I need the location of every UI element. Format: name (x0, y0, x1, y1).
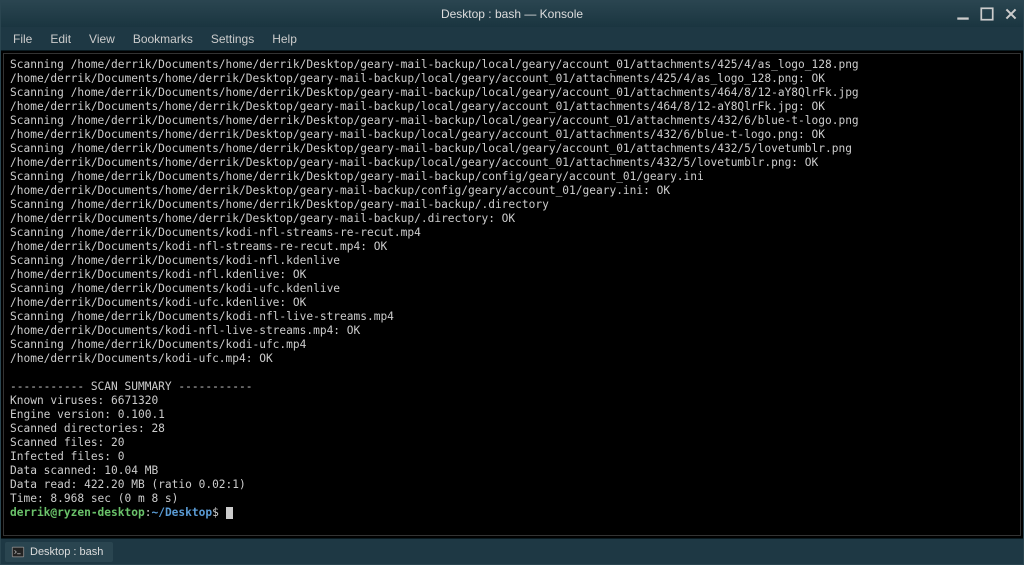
terminal-line: /home/derrik/Documents/kodi-ufc.kdenlive… (10, 296, 1014, 310)
terminal-line: Scanning /home/derrik/Documents/kodi-nfl… (10, 310, 1014, 324)
terminal-line: Scanning /home/derrik/Documents/home/der… (10, 114, 1014, 128)
maximize-icon (979, 6, 995, 22)
menubar: File Edit View Bookmarks Settings Help (1, 27, 1023, 51)
terminal-lines: Scanning /home/derrik/Documents/home/der… (10, 58, 1014, 506)
terminal-line: Scanning /home/derrik/Documents/kodi-nfl… (10, 226, 1014, 240)
terminal-line (10, 366, 1014, 380)
terminal-line: Scanning /home/derrik/Documents/home/der… (10, 86, 1014, 100)
terminal-line: Time: 8.968 sec (0 m 8 s) (10, 492, 1014, 506)
cursor-block (226, 507, 233, 519)
terminal-line: /home/derrik/Documents/kodi-nfl.kdenlive… (10, 268, 1014, 282)
menu-view[interactable]: View (81, 29, 123, 49)
terminal-line: Infected files: 0 (10, 450, 1014, 464)
window-title: Desktop : bash — Konsole (441, 7, 583, 21)
terminal-line: Scanning /home/derrik/Documents/kodi-ufc… (10, 282, 1014, 296)
terminal-icon (11, 545, 25, 559)
prompt-user-host: derrik@ryzen-desktop (10, 506, 145, 519)
menu-edit[interactable]: Edit (42, 29, 79, 49)
terminal-line: /home/derrik/Documents/home/derrik/Deskt… (10, 100, 1014, 114)
terminal-line: /home/derrik/Documents/kodi-nfl-live-str… (10, 324, 1014, 338)
window-controls (955, 6, 1019, 22)
menu-file[interactable]: File (5, 29, 40, 49)
minimize-icon (955, 6, 971, 22)
terminal-line: Engine version: 0.100.1 (10, 408, 1014, 422)
terminal-line: Scanning /home/derrik/Documents/home/der… (10, 58, 1014, 72)
tab-desktop-bash[interactable]: Desktop : bash (5, 542, 113, 562)
terminal-line: Scanning /home/derrik/Documents/home/der… (10, 198, 1014, 212)
menu-bookmarks[interactable]: Bookmarks (125, 29, 201, 49)
menu-settings[interactable]: Settings (203, 29, 262, 49)
close-button[interactable] (1003, 6, 1019, 22)
terminal-line: Scanned files: 20 (10, 436, 1014, 450)
terminal-line: Scanning /home/derrik/Documents/home/der… (10, 170, 1014, 184)
terminal-line: Scanning /home/derrik/Documents/kodi-ufc… (10, 338, 1014, 352)
terminal-line: Data scanned: 10.04 MB (10, 464, 1014, 478)
menu-help[interactable]: Help (264, 29, 305, 49)
shell-prompt: derrik@ryzen-desktop:~/Desktop$ (10, 506, 1014, 520)
terminal-line: ----------- SCAN SUMMARY ----------- (10, 380, 1014, 394)
terminal-line: /home/derrik/Documents/home/derrik/Deskt… (10, 184, 1014, 198)
prompt-path: ~/Desktop (151, 506, 212, 519)
minimize-button[interactable] (955, 6, 971, 22)
terminal-line: /home/derrik/Documents/kodi-ufc.mp4: OK (10, 352, 1014, 366)
close-icon (1003, 6, 1019, 22)
terminal-line: /home/derrik/Documents/home/derrik/Deskt… (10, 128, 1014, 142)
terminal-line: /home/derrik/Documents/kodi-nfl-streams-… (10, 240, 1014, 254)
terminal-line: Scanning /home/derrik/Documents/home/der… (10, 142, 1014, 156)
terminal-line: Scanned directories: 28 (10, 422, 1014, 436)
terminal-line: Data read: 422.20 MB (ratio 0.02:1) (10, 478, 1014, 492)
maximize-button[interactable] (979, 6, 995, 22)
titlebar[interactable]: Desktop : bash — Konsole (1, 1, 1023, 27)
terminal-line: Known viruses: 6671320 (10, 394, 1014, 408)
tabbar: Desktop : bash (1, 538, 1023, 564)
terminal-output[interactable]: Scanning /home/derrik/Documents/home/der… (3, 53, 1021, 536)
terminal-line: /home/derrik/Documents/home/derrik/Deskt… (10, 156, 1014, 170)
tab-label: Desktop : bash (30, 546, 103, 558)
konsole-window: Desktop : bash — Konsole File Edit View … (0, 0, 1024, 565)
terminal-line: Scanning /home/derrik/Documents/kodi-nfl… (10, 254, 1014, 268)
prompt-dollar: $ (212, 506, 225, 519)
terminal-line: /home/derrik/Documents/home/derrik/Deskt… (10, 212, 1014, 226)
terminal-line: /home/derrik/Documents/home/derrik/Deskt… (10, 72, 1014, 86)
